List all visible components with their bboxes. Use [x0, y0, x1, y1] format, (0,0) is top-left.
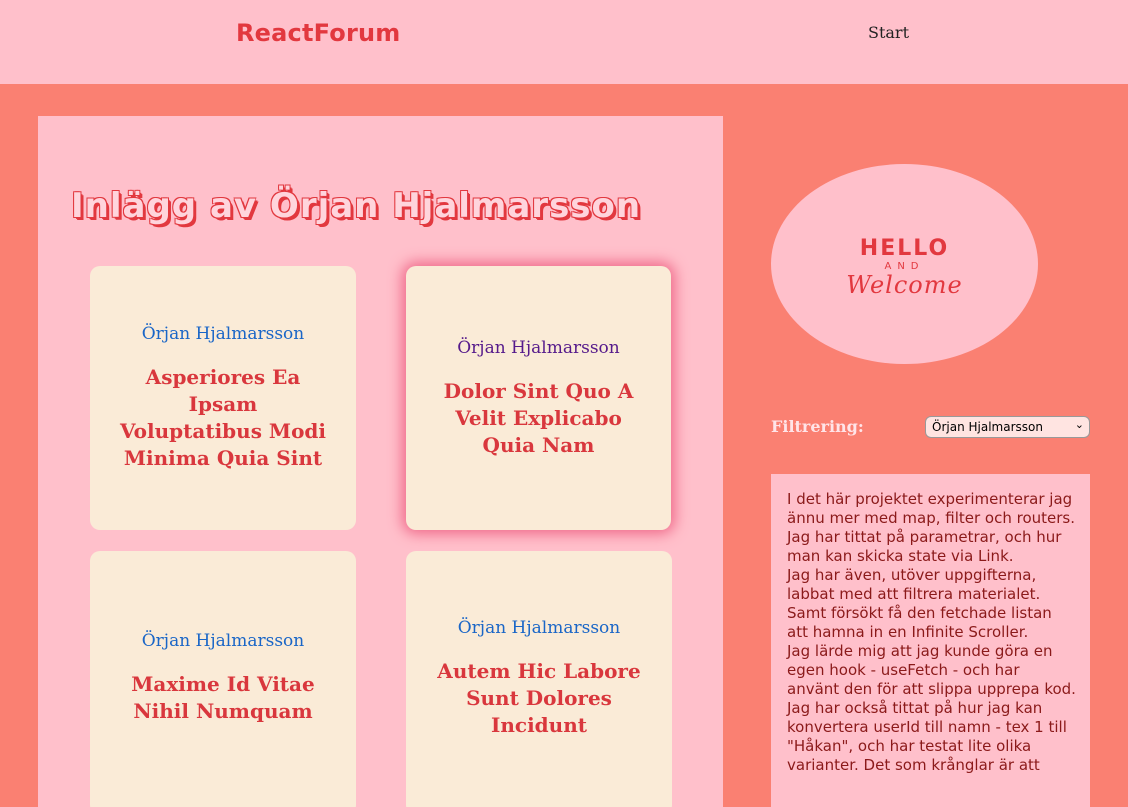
chevron-down-icon: ⌄: [1074, 418, 1084, 431]
filter-label: Filtrering:: [771, 417, 864, 436]
site-header: ReactForum Start: [0, 0, 1128, 84]
welcome-hello-text: HELLO: [859, 236, 950, 261]
post-card[interactable]: Örjan Hjalmarsson Asperiores Ea Ipsam Vo…: [90, 266, 356, 530]
post-card[interactable]: Örjan Hjalmarsson Autem Hic Labore Sunt …: [406, 551, 672, 807]
info-paragraph: Samt försökt få den fetchade listan att …: [787, 604, 1052, 641]
post-title: Asperiores Ea Ipsam Voluptatibus Modi Mi…: [120, 365, 326, 470]
info-paragraph: Jag har också tittat på hur jag kan konv…: [787, 699, 1067, 774]
post-card[interactable]: Örjan Hjalmarsson Maxime Id Vitae Nihil …: [90, 551, 356, 807]
welcome-welcome-text: Welcome: [846, 271, 963, 299]
page-title: Inlägg av Örjan Hjalmarsson: [71, 186, 642, 226]
post-card[interactable]: Örjan Hjalmarsson Dolor Sint Quo A Velit…: [406, 266, 671, 530]
info-paragraph: I det här projektet experimenterar jag ä…: [787, 490, 1075, 527]
site-logo[interactable]: ReactForum: [236, 19, 401, 47]
post-author-link[interactable]: Örjan Hjalmarsson: [457, 338, 620, 358]
post-title: Maxime Id Vitae Nihil Numquam: [131, 672, 315, 723]
posts-panel: Inlägg av Örjan Hjalmarsson Örjan Hjalma…: [38, 116, 723, 807]
post-author-link[interactable]: Örjan Hjalmarsson: [458, 618, 621, 638]
author-filter-select[interactable]: Örjan Hjalmarsson ⌄: [925, 416, 1090, 438]
info-paragraph: Jag har även, utöver uppgifterna, labbat…: [787, 566, 1041, 603]
post-author-link[interactable]: Örjan Hjalmarsson: [142, 631, 305, 651]
nav-link-start[interactable]: Start: [868, 23, 909, 42]
project-info-box: I det här projektet experimenterar jag ä…: [771, 474, 1090, 807]
info-paragraph: Jag lärde mig att jag kunde göra en egen…: [787, 642, 1076, 698]
filter-select-value: Örjan Hjalmarsson: [932, 420, 1043, 434]
post-title: Dolor Sint Quo A Velit Explicabo Quia Na…: [443, 378, 634, 457]
post-author-link[interactable]: Örjan Hjalmarsson: [142, 324, 305, 344]
post-title: Autem Hic Labore Sunt Dolores Incidunt: [437, 659, 641, 737]
info-paragraph: Jag har tittat på parametrar, och hur ma…: [787, 528, 1062, 565]
welcome-badge: HELLO AND Welcome: [771, 164, 1038, 364]
